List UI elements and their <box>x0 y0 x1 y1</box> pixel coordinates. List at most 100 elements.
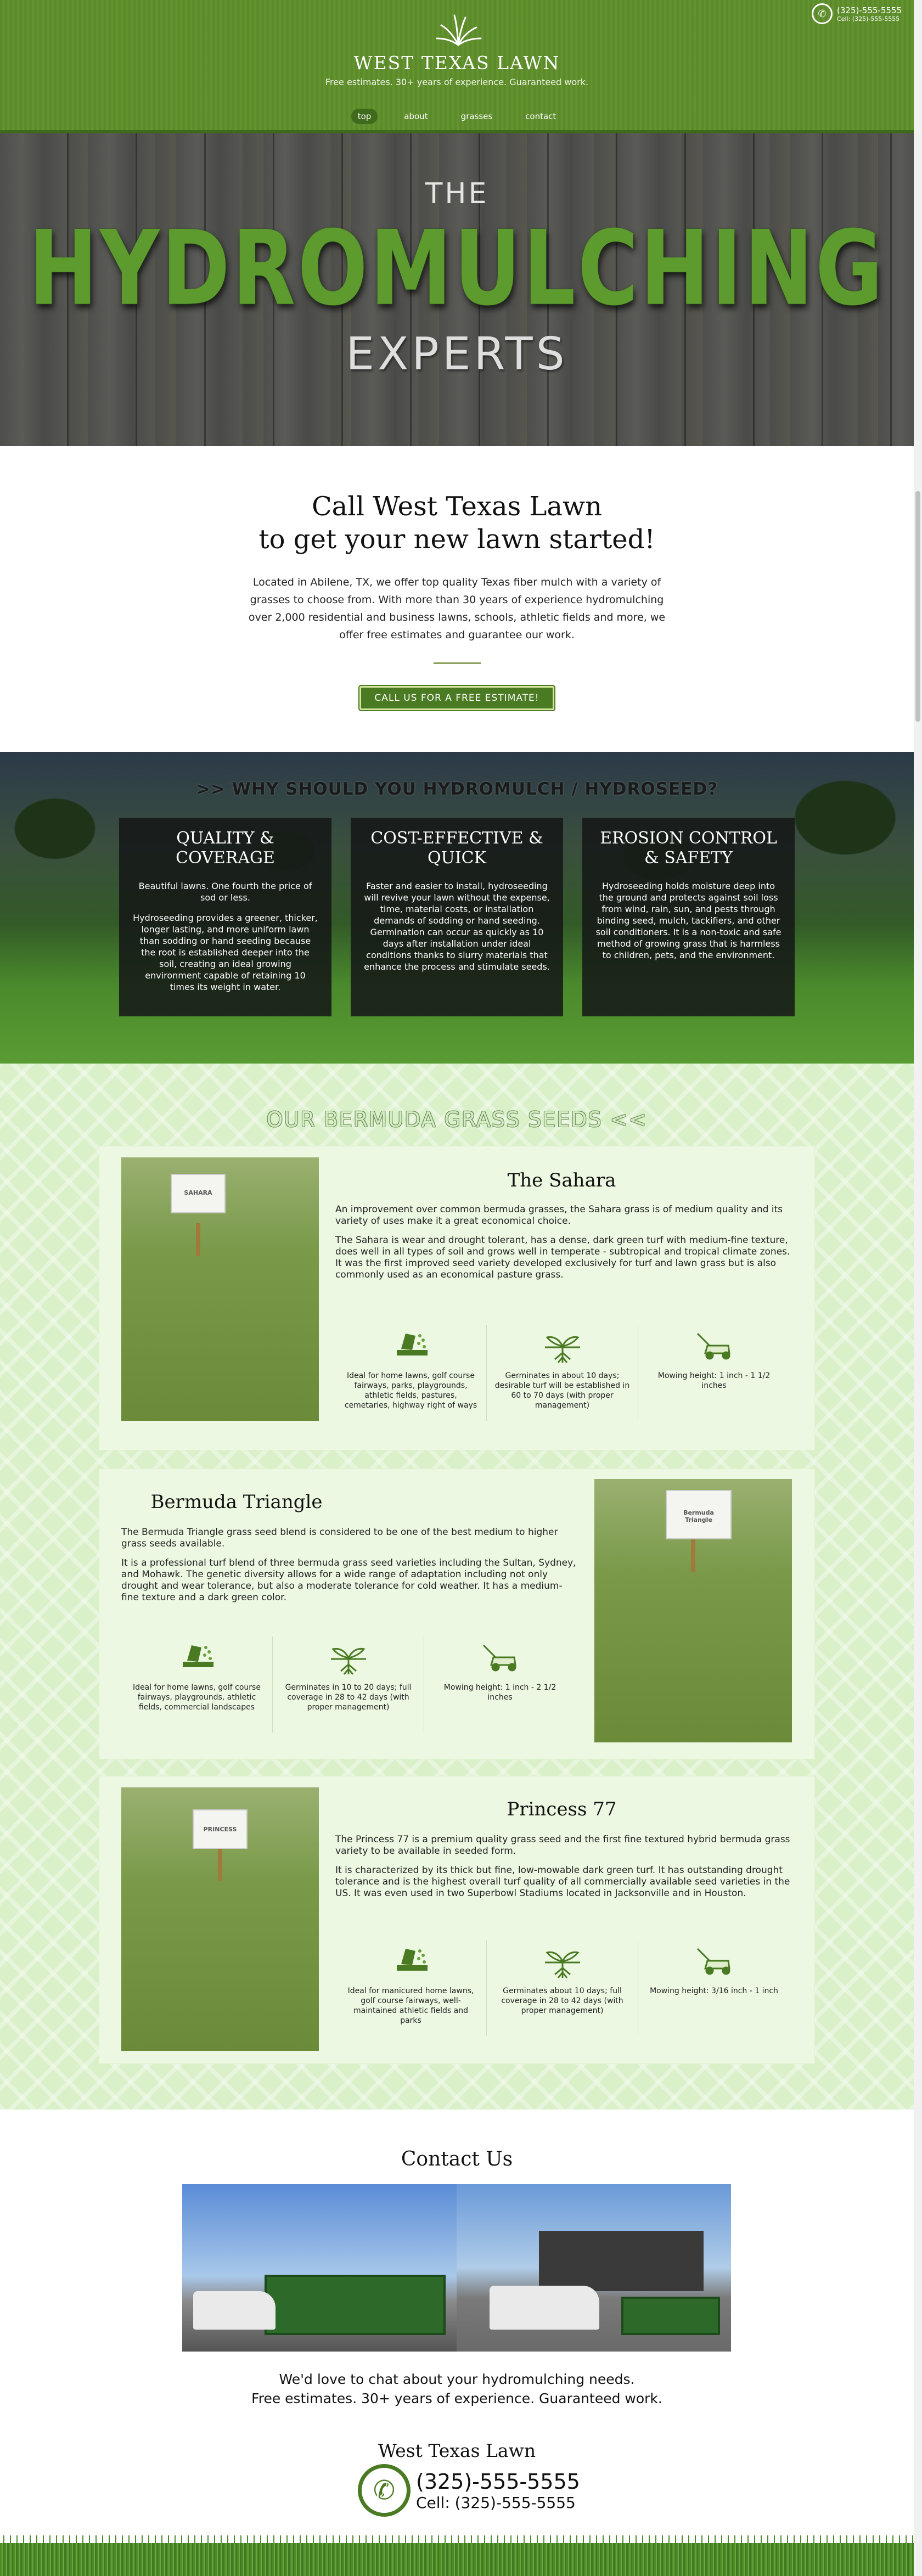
nav-grasses[interactable]: grasses <box>454 109 499 124</box>
grass-features: Ideal for home lawns, golf course fairwa… <box>335 1325 790 1421</box>
feature-germination: Germinates about 10 days; full coverage … <box>487 1940 638 2036</box>
grass-footer <box>0 2535 914 2576</box>
grass-card-sahara: SAHARA The Sahara An improvement over co… <box>99 1146 815 1450</box>
divider <box>434 662 481 664</box>
building <box>539 2231 704 2291</box>
grass-name: Princess 77 <box>507 1798 617 1820</box>
seed-bag-icon <box>129 1636 265 1678</box>
why-card-erosion: EROSION CONTROL & SAFETY Hydroseeding ho… <box>582 818 795 1016</box>
contact-photo-truck <box>457 2184 731 2352</box>
nav-top[interactable]: top <box>351 109 378 124</box>
grass-name: The Sahara <box>507 1169 616 1191</box>
contact-lead-line-1: We'd love to chat about your hydromulchi… <box>279 2371 635 2387</box>
feature-mowing: Mowing height: 1 inch - 1 1/2 inches <box>638 1325 790 1421</box>
product-sign-label: SAHARA <box>184 1189 212 1196</box>
grass-desc-p2: It is characterized by its thick but fin… <box>335 1865 790 1899</box>
grass-desc-p2: The Sahara is wear and drought tolerant,… <box>335 1235 790 1280</box>
sprout-roots-icon <box>280 1636 416 1678</box>
scrollbar-thumb[interactable] <box>915 491 920 722</box>
lawn-mower-icon <box>432 1636 568 1678</box>
why-heading: >> WHY SHOULD YOU HYDROMULCH / HYDROSEED… <box>195 779 718 799</box>
grass-description: The Princess 77 is a premium quality gra… <box>335 1834 791 1907</box>
why-card-text: Beautiful lawns. One fourth the price of… <box>138 881 312 903</box>
feature-germination: Germinates in about 10 days; desirable t… <box>487 1325 638 1421</box>
hydroseeder-trailer <box>265 2275 446 2335</box>
why-card-title: QUALITY & COVERAGE <box>176 829 275 868</box>
why-card-cost: COST-EFFECTIVE & QUICK Faster and easier… <box>351 818 563 1016</box>
feature-text: Germinates in about 10 days; desirable t… <box>494 1371 630 1410</box>
contact-photo-trailer <box>182 2184 457 2352</box>
grass-name: Bermuda Triangle <box>150 1491 323 1513</box>
grass-desc-p1: The Bermuda Triangle grass seed blend is… <box>121 1527 558 1549</box>
phone-icon: ✆ <box>358 2464 411 2517</box>
scrollbar-track[interactable] <box>914 0 922 2576</box>
grass-description: The Bermuda Triangle grass seed blend is… <box>121 1527 577 1611</box>
feature-text: Ideal for home lawns, golf course fairwa… <box>344 1371 477 1410</box>
sprout-roots-icon <box>494 1325 630 1366</box>
lawn-mower-icon <box>646 1940 782 1982</box>
grass-description: An improvement over common bermuda grass… <box>335 1204 791 1289</box>
hero-line-2: HYDROMULCHING <box>29 209 885 329</box>
feature-text: Mowing height: 1 inch - 1 1/2 inches <box>657 1371 771 1390</box>
grass-card-princess-77: PRINCESS Princess 77 The Princess 77 is … <box>99 1776 815 2064</box>
site-tagline: Free estimates. 30+ years of experience.… <box>325 77 589 87</box>
hero-line-3: EXPERTS <box>346 328 568 380</box>
grass-desc-p1: The Princess 77 is a premium quality gra… <box>335 1834 790 1857</box>
pickup-truck <box>490 2286 599 2330</box>
grass-features: Ideal for home lawns, golf course fairwa… <box>121 1636 576 1733</box>
grasses-heading: OUR BERMUDA GRASS SEEDS << <box>266 1107 648 1132</box>
contact-lead-line-2: Free estimates. 30+ years of experience.… <box>251 2391 662 2406</box>
sprout-roots-icon <box>494 1940 630 1982</box>
site-title: WEST TEXAS LAWN <box>353 52 560 74</box>
why-card-quality: QUALITY & COVERAGE Beautiful lawns. One … <box>119 818 331 1016</box>
intro-body: Located in Abilene, TX, we offer top qua… <box>248 576 666 641</box>
seed-bag-icon <box>343 1940 479 1982</box>
grass-features: Ideal for manicured home lawns, golf cou… <box>335 1940 790 2036</box>
feature-mowing: Mowing height: 3/16 inch - 1 inch <box>638 1940 790 2036</box>
feature-germination: Germinates in 10 to 20 days; full covera… <box>273 1636 424 1733</box>
hydroseeder-trailer <box>621 2297 720 2335</box>
sign-post <box>218 1848 222 1881</box>
grass-photo: SAHARA <box>121 1157 319 1421</box>
grass-desc-p1: An improvement over common bermuda grass… <box>335 1204 783 1227</box>
intro-heading-line-2: to get your new lawn started! <box>258 524 655 555</box>
header-phone-cell: Cell: (325)-555-5555 <box>837 15 900 23</box>
contact-phone-main: (325)-555-5555 <box>416 2469 580 2494</box>
feature-uses: Ideal for home lawns, golf course fairwa… <box>121 1636 273 1733</box>
intro-section: Call West Texas Lawn to get your new law… <box>0 446 914 752</box>
header-phone-main: (325)-555-5555 <box>837 5 902 15</box>
contact-heading: Contact Us <box>401 2148 513 2170</box>
feature-text: Germinates in 10 to 20 days; full covera… <box>285 1683 412 1712</box>
nav-about[interactable]: about <box>397 109 434 124</box>
feature-uses: Ideal for manicured home lawns, golf cou… <box>335 1940 487 2036</box>
main-nav: top about grasses contact <box>0 109 914 124</box>
free-estimate-button[interactable]: CALL US FOR A FREE ESTIMATE! <box>359 686 554 710</box>
sign-post <box>691 1539 695 1572</box>
header-phone[interactable]: ✆ (325)-555-5555 Cell: (325)-555-5555 <box>812 3 902 24</box>
grass-card-bermuda-triangle: Bermuda Triangle The Bermuda Triangle gr… <box>99 1469 815 1759</box>
why-card-text: Faster and easier to install, hydroseedi… <box>364 881 550 972</box>
grass-photo: PRINCESS <box>121 1787 319 2051</box>
contact-phone-cell: Cell: (325)-555-5555 <box>416 2493 576 2512</box>
lawn-mower-icon <box>646 1325 782 1366</box>
grass-logo-icon <box>436 14 482 46</box>
feature-text: Mowing height: 3/16 inch - 1 inch <box>650 1987 778 1995</box>
sign-post <box>196 1223 200 1256</box>
seed-bag-icon <box>343 1325 479 1366</box>
why-card-title: COST-EFFECTIVE & QUICK <box>370 829 543 868</box>
contact-section: Contact Us We'd love to chat about your … <box>0 2110 914 2543</box>
grass-photo: Bermuda Triangle <box>594 1479 792 1742</box>
feature-text: Germinates about 10 days; full coverage … <box>501 1987 623 2015</box>
feature-mowing: Mowing height: 1 inch - 2 1/2 inches <box>424 1636 576 1733</box>
phone-icon: ✆ <box>812 3 833 24</box>
nav-contact[interactable]: contact <box>519 109 563 124</box>
contact-lead: We'd love to chat about your hydromulchi… <box>0 2370 914 2408</box>
hero-line-1: THE <box>425 177 489 210</box>
product-sign-label: Bermuda Triangle <box>683 1509 714 1523</box>
intro-heading: Call West Texas Lawn to get your new law… <box>0 490 914 556</box>
why-card-text: Hydroseeding holds moisture deep into th… <box>595 881 782 960</box>
contact-phone[interactable]: ✆ (325)-555-5555 Cell: (325)-555-5555 <box>358 2464 580 2517</box>
why-card-text: Hydroseeding provides a greener, thicker… <box>133 913 318 992</box>
why-section: >> WHY SHOULD YOU HYDROMULCH / HYDROSEED… <box>0 752 914 1064</box>
feature-uses: Ideal for home lawns, golf course fairwa… <box>335 1325 487 1421</box>
